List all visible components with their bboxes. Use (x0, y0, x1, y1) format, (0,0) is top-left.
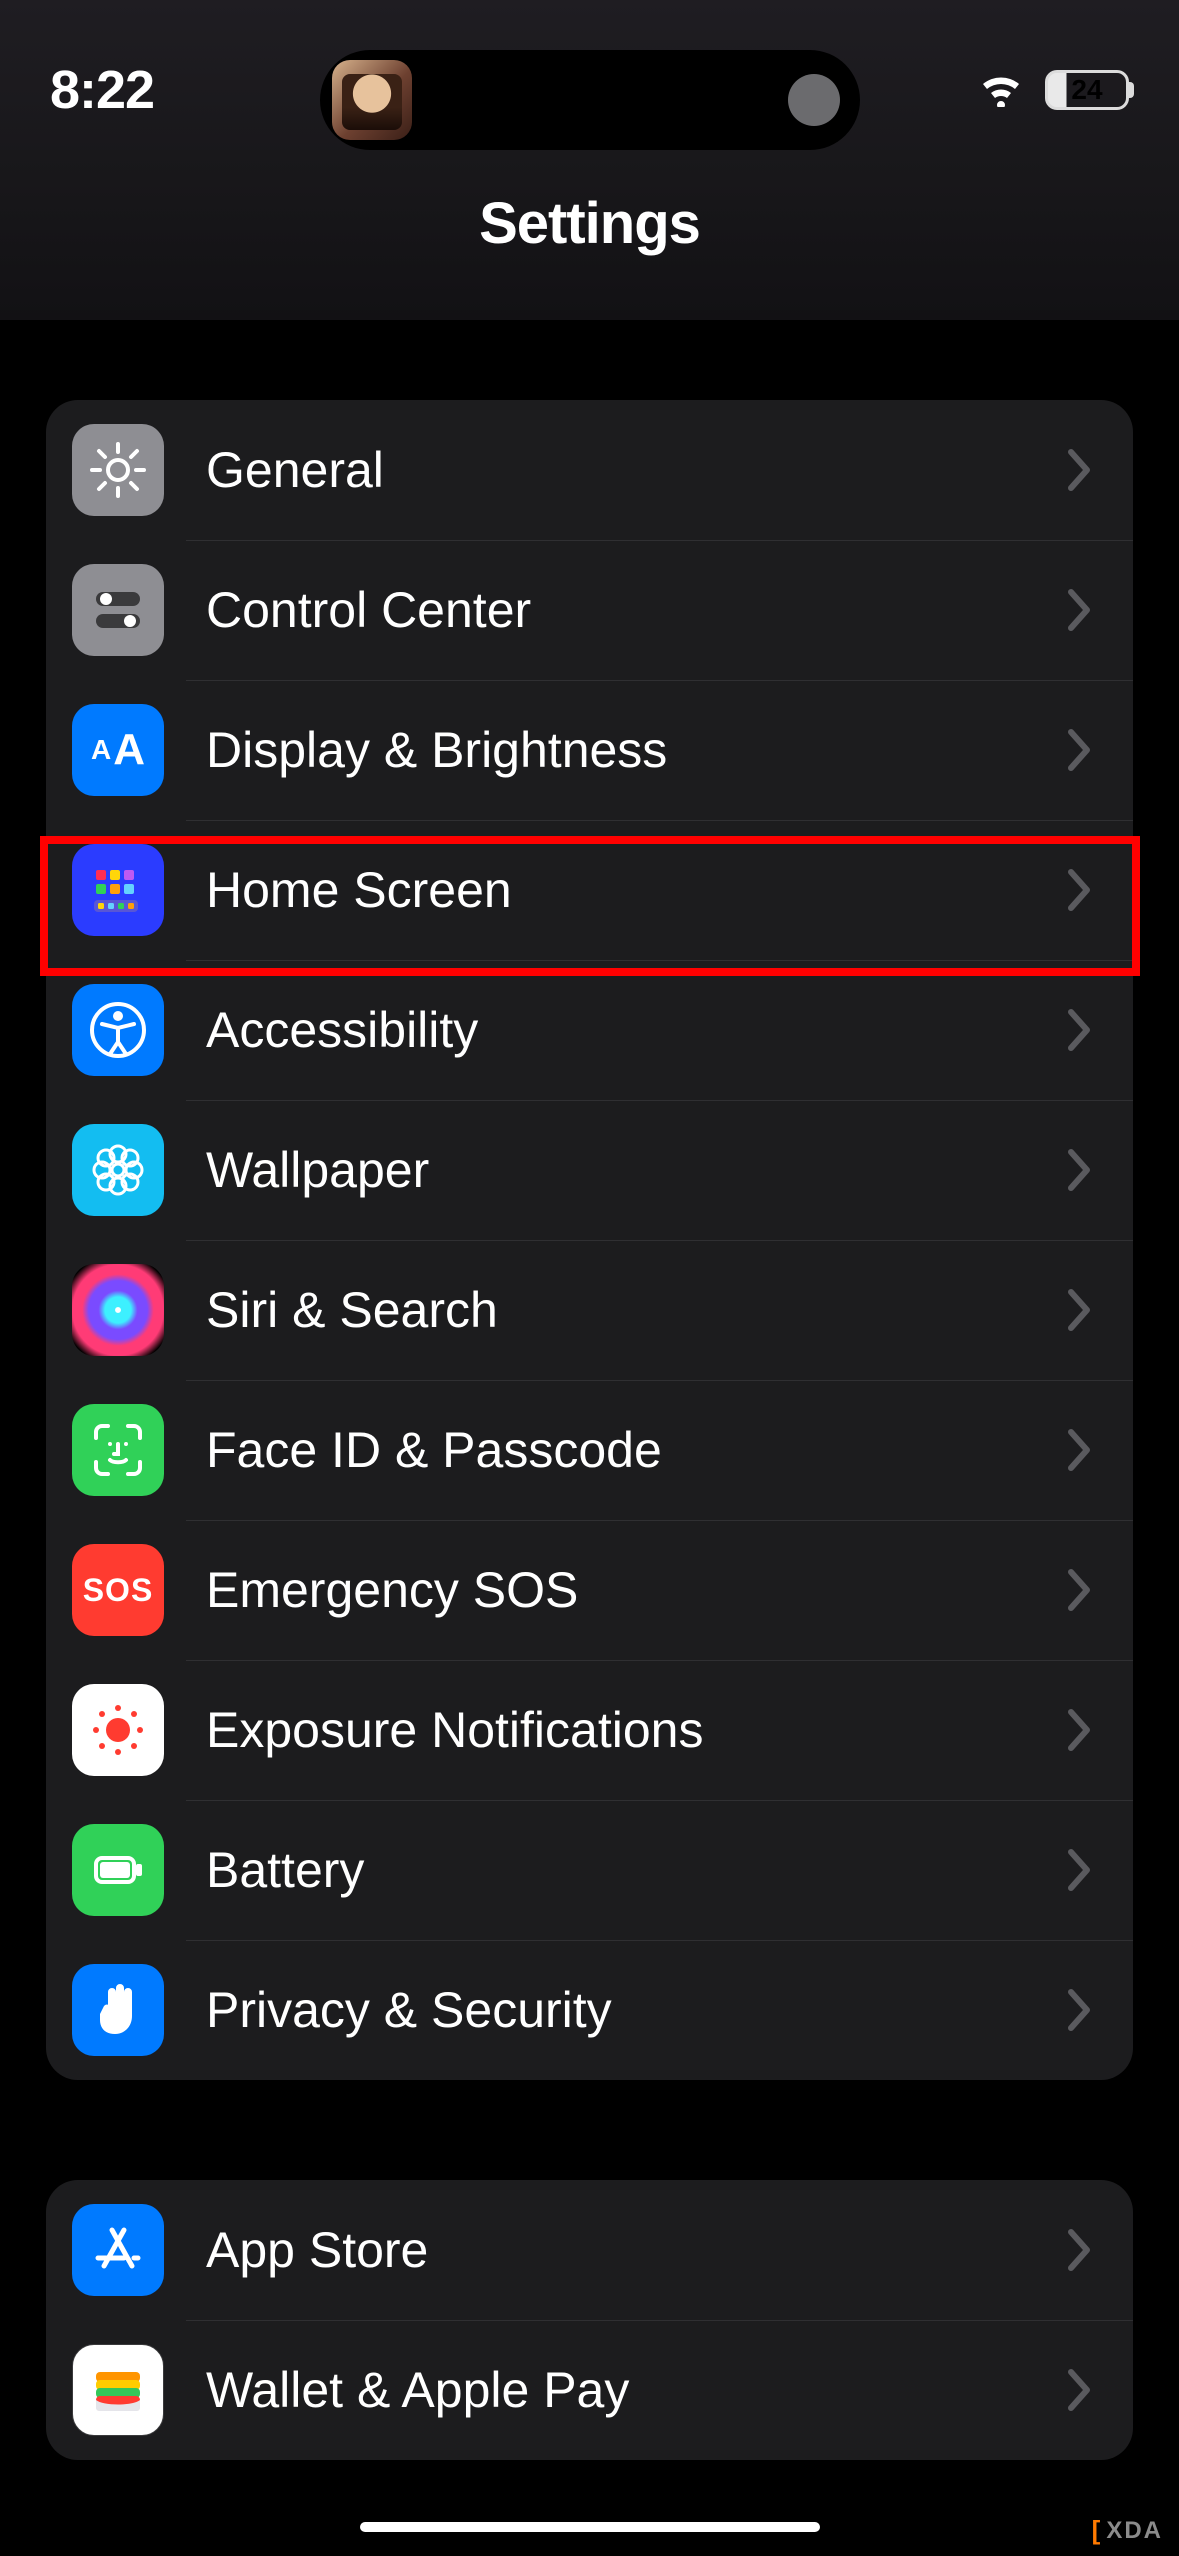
row-home-screen[interactable]: Home Screen (46, 820, 1133, 960)
chevron-right-icon (1067, 1008, 1093, 1052)
battery-icon (72, 1824, 164, 1916)
row-control-center[interactable]: Control Center (46, 540, 1133, 680)
row-sos[interactable]: SOS Emergency SOS (46, 1520, 1133, 1660)
row-privacy[interactable]: Privacy & Security (46, 1940, 1133, 2080)
status-time: 8:22 (50, 59, 154, 121)
row-accessibility[interactable]: Accessibility (46, 960, 1133, 1100)
status-right: 24 (979, 70, 1129, 110)
wallet-icon (72, 2344, 164, 2436)
nav-bar: Settings (0, 180, 1179, 320)
chevron-right-icon (1067, 1988, 1093, 2032)
row-display[interactable]: AA Display & Brightness (46, 680, 1133, 820)
settings-group-1: General Control Center AA Display & Brig… (46, 400, 1133, 2080)
row-wallet[interactable]: Wallet & Apple Pay (46, 2320, 1133, 2460)
dynamic-island[interactable] (320, 50, 860, 150)
row-label: Home Screen (206, 861, 1067, 919)
row-faceid[interactable]: Face ID & Passcode (46, 1380, 1133, 1520)
settings-body: General Control Center AA Display & Brig… (0, 320, 1179, 2556)
now-playing-artwork (332, 60, 412, 140)
row-battery[interactable]: Battery (46, 1800, 1133, 1940)
row-label: App Store (206, 2221, 1067, 2279)
row-exposure[interactable]: Exposure Notifications (46, 1660, 1133, 1800)
sos-text: SOS (83, 1572, 154, 1609)
xda-watermark: [XDA (1092, 2515, 1163, 2546)
row-label: Wallpaper (206, 1141, 1067, 1199)
row-label: Control Center (206, 581, 1067, 639)
row-label: Emergency SOS (206, 1561, 1067, 1619)
home-indicator[interactable] (360, 2522, 820, 2532)
homepod-output-icon (788, 74, 840, 126)
gear-icon (72, 424, 164, 516)
appstore-icon (72, 2204, 164, 2296)
accessibility-icon (72, 984, 164, 1076)
chevron-right-icon (1067, 448, 1093, 492)
chevron-right-icon (1067, 868, 1093, 912)
row-label: Exposure Notifications (206, 1701, 1067, 1759)
battery-percentage: 24 (1071, 74, 1102, 106)
chevron-right-icon (1067, 588, 1093, 632)
chevron-right-icon (1067, 728, 1093, 772)
wifi-icon (979, 73, 1023, 107)
row-label: Display & Brightness (206, 721, 1067, 779)
siri-icon (72, 1264, 164, 1356)
settings-group-2: App Store Wallet & Apple Pay (46, 2180, 1133, 2460)
flower-icon (72, 1124, 164, 1216)
faceid-icon (72, 1404, 164, 1496)
chevron-right-icon (1067, 2228, 1093, 2272)
battery-indicator: 24 (1045, 70, 1129, 110)
row-label: Privacy & Security (206, 1981, 1067, 2039)
status-bar: 8:22 24 (0, 0, 1179, 180)
row-label: General (206, 441, 1067, 499)
row-label: Face ID & Passcode (206, 1421, 1067, 1479)
row-wallpaper[interactable]: Wallpaper (46, 1100, 1133, 1240)
home-screen-icon (72, 844, 164, 936)
chevron-right-icon (1067, 1708, 1093, 1752)
chevron-right-icon (1067, 2368, 1093, 2412)
row-label: Siri & Search (206, 1281, 1067, 1339)
chevron-right-icon (1067, 1428, 1093, 1472)
hand-icon (72, 1964, 164, 2056)
exposure-icon (72, 1684, 164, 1776)
page-title: Settings (479, 190, 700, 257)
row-siri[interactable]: Siri & Search (46, 1240, 1133, 1380)
chevron-right-icon (1067, 1288, 1093, 1332)
toggles-icon (72, 564, 164, 656)
text-size-icon: AA (72, 704, 164, 796)
row-label: Accessibility (206, 1001, 1067, 1059)
chevron-right-icon (1067, 1848, 1093, 1892)
row-label: Wallet & Apple Pay (206, 2361, 1067, 2419)
row-general[interactable]: General (46, 400, 1133, 540)
sos-icon: SOS (72, 1544, 164, 1636)
chevron-right-icon (1067, 1568, 1093, 1612)
chevron-right-icon (1067, 1148, 1093, 1192)
row-app-store[interactable]: App Store (46, 2180, 1133, 2320)
row-label: Battery (206, 1841, 1067, 1899)
